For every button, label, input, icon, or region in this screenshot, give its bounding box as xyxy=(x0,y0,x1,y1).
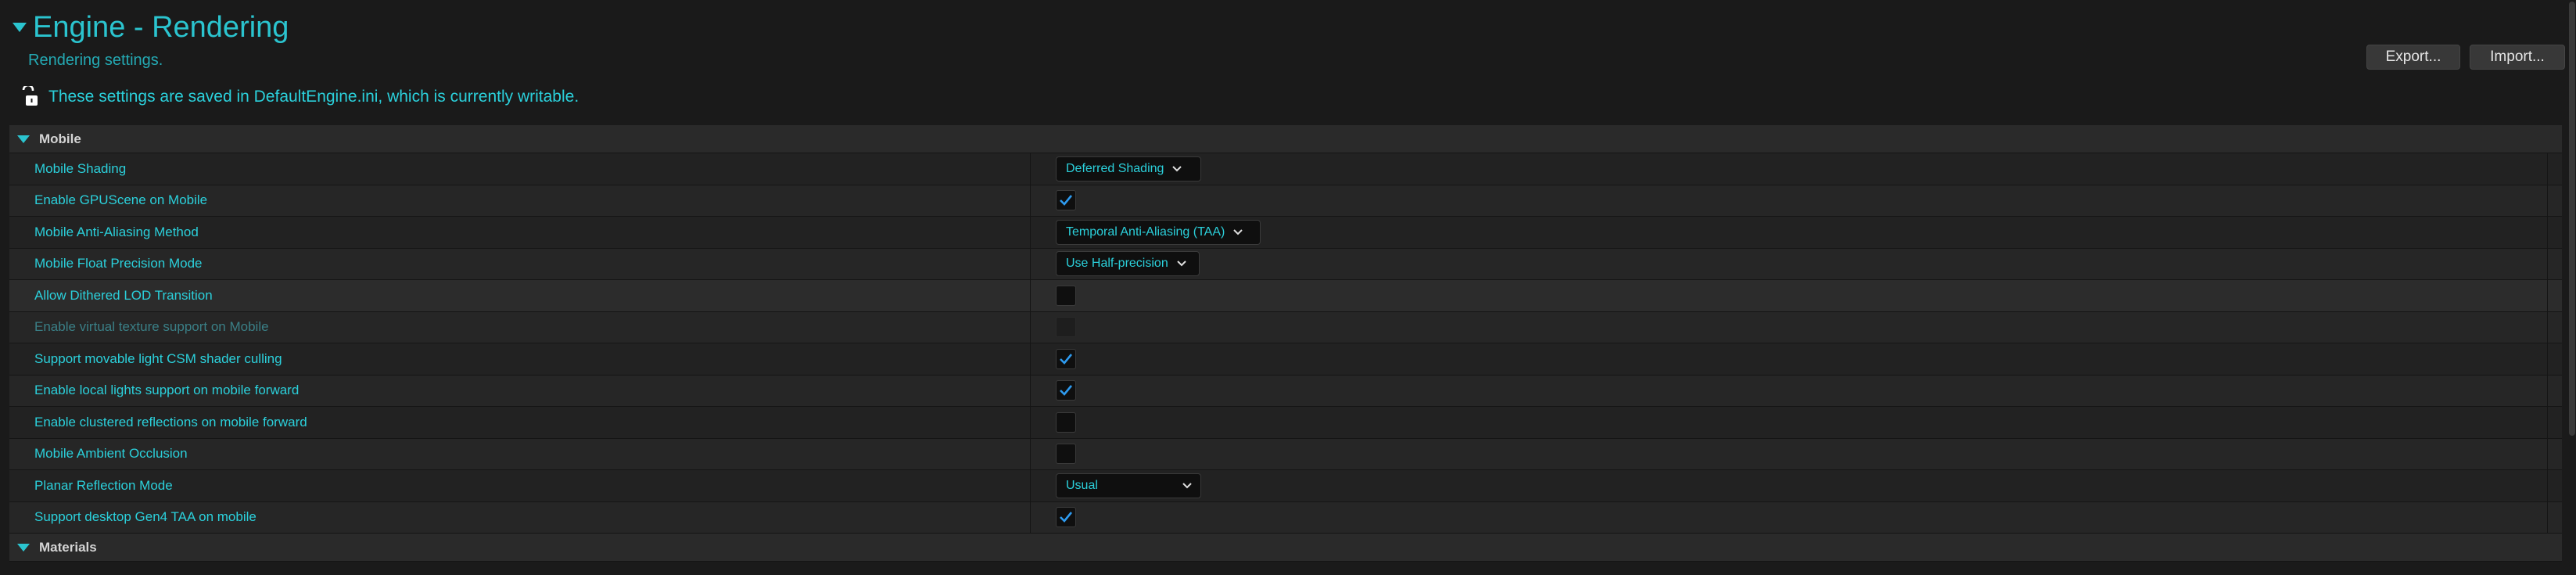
caret-down-icon[interactable] xyxy=(17,135,30,143)
setting-row-mobile-shading: Mobile Shading Deferred Shading xyxy=(9,153,2562,185)
import-button[interactable]: Import... xyxy=(2470,45,2565,70)
setting-row-csm-culling: Support movable light CSM shader culling xyxy=(9,343,2562,376)
page-subtitle: Rendering settings. xyxy=(28,52,163,69)
local-lights-checkbox[interactable] xyxy=(1056,380,1076,401)
chevron-down-icon xyxy=(1182,483,1192,489)
caret-down-icon[interactable] xyxy=(17,543,30,552)
checkmark-icon xyxy=(1060,385,1073,397)
writable-notice-text: These settings are saved in DefaultEngin… xyxy=(48,88,579,106)
setting-label: Mobile Ambient Occlusion xyxy=(34,446,188,462)
unlocked-lock-icon xyxy=(22,86,38,106)
category-label: Materials xyxy=(39,539,97,555)
category-materials[interactable]: Materials xyxy=(9,534,2562,562)
config-writable-notice: These settings are saved in DefaultEngin… xyxy=(20,86,579,108)
setting-row-gpuscene: Enable GPUScene on Mobile xyxy=(9,185,2562,217)
planar-reflection-combo[interactable]: Usual xyxy=(1056,473,1201,498)
setting-row-dithered-lod: Allow Dithered LOD Transition xyxy=(9,280,2562,312)
page-title: Engine - Rendering xyxy=(33,11,289,44)
setting-row-clustered-reflections: Enable clustered reflections on mobile f… xyxy=(9,407,2562,439)
scrollbar-thumb[interactable] xyxy=(2569,2,2575,436)
setting-label: Enable GPUScene on Mobile xyxy=(34,192,208,208)
gen4-taa-checkbox[interactable] xyxy=(1056,507,1076,528)
setting-row-virtual-texture: Enable virtual texture support on Mobile xyxy=(9,311,2562,343)
setting-row-float-precision: Mobile Float Precision Mode Use Half-pre… xyxy=(9,248,2562,280)
combo-value: Use Half-precision xyxy=(1066,257,1168,271)
project-settings-page: Engine - Rendering Rendering settings. T… xyxy=(0,0,2576,575)
setting-label: Enable local lights support on mobile fo… xyxy=(34,383,300,398)
dithered-lod-checkbox[interactable] xyxy=(1056,285,1076,306)
setting-label: Planar Reflection Mode xyxy=(34,477,173,493)
setting-label: Allow Dithered LOD Transition xyxy=(34,287,213,303)
checkmark-icon xyxy=(1060,353,1073,365)
setting-label: Enable virtual texture support on Mobile xyxy=(34,319,269,335)
settings-table: Mobile Mobile Shading Deferred Shading E… xyxy=(9,125,2562,562)
setting-row-ambient-occlusion: Mobile Ambient Occlusion xyxy=(9,438,2562,470)
export-button[interactable]: Export... xyxy=(2366,45,2460,70)
setting-label: Mobile Float Precision Mode xyxy=(34,256,203,271)
anti-aliasing-combo[interactable]: Temporal Anti-Aliasing (TAA) xyxy=(1056,219,1261,245)
combo-value: Temporal Anti-Aliasing (TAA) xyxy=(1066,225,1225,239)
setting-label: Enable clustered reflections on mobile f… xyxy=(34,414,307,429)
setting-row-anti-aliasing: Mobile Anti-Aliasing Method Temporal Ant… xyxy=(9,217,2562,249)
float-precision-combo[interactable]: Use Half-precision xyxy=(1056,251,1200,277)
virtual-texture-checkbox xyxy=(1056,317,1076,338)
ambient-occlusion-checkbox[interactable] xyxy=(1056,444,1076,465)
csm-culling-checkbox[interactable] xyxy=(1056,348,1076,369)
setting-label: Support movable light CSM shader culling xyxy=(34,350,282,366)
chevron-down-icon xyxy=(1233,229,1243,235)
chevron-down-icon xyxy=(1172,166,1182,172)
section-title-row[interactable]: Engine - Rendering xyxy=(13,9,289,45)
setting-label: Mobile Shading xyxy=(34,160,127,176)
clustered-reflections-checkbox[interactable] xyxy=(1056,411,1076,433)
setting-label: Support desktop Gen4 TAA on mobile xyxy=(34,509,257,525)
combo-value: Deferred Shading xyxy=(1066,161,1164,175)
caret-down-icon[interactable] xyxy=(13,23,27,32)
category-label: Mobile xyxy=(39,131,81,146)
category-mobile[interactable]: Mobile xyxy=(9,125,2562,153)
setting-label: Mobile Anti-Aliasing Method xyxy=(34,224,199,239)
vertical-scrollbar[interactable] xyxy=(2568,0,2576,575)
setting-row-planar-reflection: Planar Reflection Mode Usual xyxy=(9,470,2562,502)
checkmark-icon xyxy=(1060,512,1073,523)
checkmark-icon xyxy=(1060,195,1073,207)
mobile-shading-combo[interactable]: Deferred Shading xyxy=(1056,156,1201,181)
gpuscene-checkbox[interactable] xyxy=(1056,190,1076,211)
setting-row-gen4-taa: Support desktop Gen4 TAA on mobile xyxy=(9,501,2562,534)
chevron-down-icon xyxy=(1177,261,1186,267)
setting-row-local-lights: Enable local lights support on mobile fo… xyxy=(9,375,2562,407)
settings-header: Engine - Rendering Rendering settings. T… xyxy=(0,0,2576,125)
combo-value: Usual xyxy=(1066,478,1098,492)
